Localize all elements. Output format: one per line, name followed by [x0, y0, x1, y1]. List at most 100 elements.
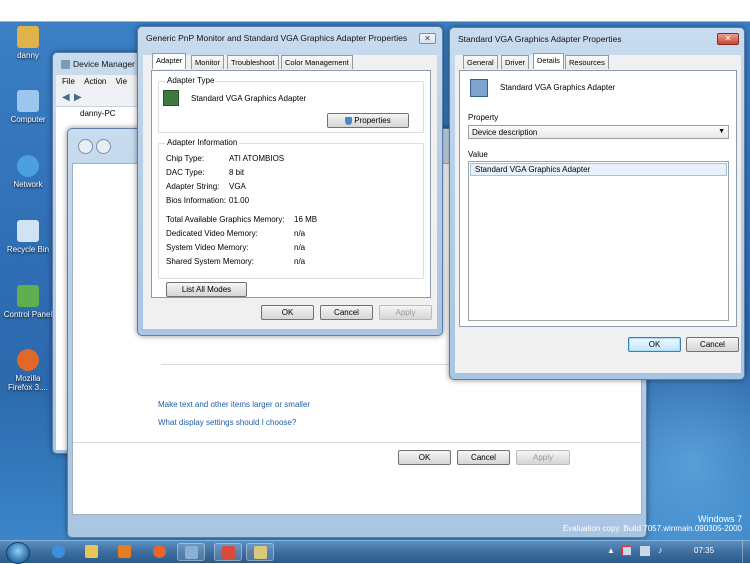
tab-adapter[interactable]: Adapter: [152, 53, 187, 69]
adapter-type-group: Adapter Type Standard VGA Graphics Adapt…: [158, 76, 424, 133]
close-icon[interactable]: ✕: [419, 33, 436, 44]
property-label: Property: [468, 113, 499, 122]
tab-monitor[interactable]: Monitor: [191, 55, 225, 69]
value-list[interactable]: Standard VGA Graphics Adapter: [468, 161, 729, 321]
property-dropdown[interactable]: Device description ▼: [468, 125, 729, 139]
control-panel-icon: [254, 546, 267, 559]
desktop-icon-firefox[interactable]: Mozilla Firefox 3....: [0, 349, 56, 392]
media-player-icon: [118, 545, 131, 558]
dialog-title-text: Generic PnP Monitor and Standard VGA Gra…: [146, 33, 408, 43]
adapter-tab-panel: Adapter Type Standard VGA Graphics Adapt…: [151, 70, 431, 298]
info-value: 8 bit: [229, 168, 245, 177]
control-panel-icon: [17, 285, 39, 307]
user-folder-icon: [17, 26, 39, 48]
vga-properties-dialog[interactable]: Standard VGA Graphics Adapter Properties…: [449, 27, 745, 380]
tab-resources[interactable]: Resources: [565, 55, 609, 69]
ok-button[interactable]: OK: [261, 305, 314, 320]
taskbar-media-player[interactable]: [111, 543, 139, 561]
value-label: Value: [468, 150, 488, 159]
tab-strip: Adapter Monitor Troubleshoot Color Manag…: [147, 53, 437, 71]
clock[interactable]: 07:35: [694, 546, 714, 555]
window-title-text: Device Manager: [73, 59, 135, 69]
link-text-size[interactable]: Make text and other items larger or smal…: [158, 400, 310, 409]
forward-arrow-icon[interactable]: ▶: [74, 92, 82, 103]
desktop-icon-label: Firefox 3....: [7, 383, 48, 392]
show-desktop-button[interactable]: [742, 541, 750, 563]
watermark-build: Evaluation copy. Build 7057.winmain.0903…: [562, 524, 742, 533]
apply-button[interactable]: Apply: [516, 450, 570, 465]
graphics-card-icon: [163, 90, 179, 106]
forward-button-icon[interactable]: [96, 139, 111, 154]
taskbar-firefox[interactable]: [146, 543, 174, 561]
tab-general[interactable]: General: [463, 55, 498, 69]
dialog-body: General Driver Details Resources Standar…: [455, 53, 741, 373]
ok-button[interactable]: OK: [398, 450, 451, 465]
link-display-settings-help[interactable]: What display settings should I choose?: [158, 418, 296, 427]
adapter-name: Standard VGA Graphics Adapter: [191, 94, 307, 103]
tab-details[interactable]: Details: [533, 53, 564, 69]
tab-troubleshoot[interactable]: Troubleshoot: [227, 55, 279, 69]
memory-value: n/a: [294, 243, 306, 252]
close-icon[interactable]: ✕: [717, 33, 739, 45]
info-key: Bios Information:: [166, 196, 227, 205]
back-arrow-icon[interactable]: ◀: [62, 92, 70, 103]
show-hidden-icons-icon[interactable]: ▲: [607, 546, 615, 555]
tab-strip: General Driver Details Resources: [459, 53, 739, 71]
menu-action[interactable]: Action: [84, 77, 106, 86]
taskbar-device-manager[interactable]: [177, 543, 205, 561]
desktop-icon-label: Computer: [10, 115, 46, 124]
monitor-icon: [470, 79, 488, 97]
adapter-info-group: Adapter Information Chip Type: ATI ATOMB…: [158, 138, 424, 279]
tab-color-management[interactable]: Color Management: [281, 55, 353, 69]
dialog-title: Generic PnP Monitor and Standard VGA Gra…: [138, 27, 442, 49]
taskbar-explorer[interactable]: [78, 543, 106, 561]
ok-button[interactable]: OK: [628, 337, 681, 352]
cancel-button[interactable]: Cancel: [457, 450, 510, 465]
adapter-properties-dialog[interactable]: Generic PnP Monitor and Standard VGA Gra…: [137, 26, 443, 336]
menu-view[interactable]: Vie: [116, 77, 127, 86]
network-icon[interactable]: [640, 546, 650, 556]
memory-key: Shared System Memory:: [166, 257, 255, 266]
properties-button[interactable]: Properties: [327, 113, 409, 128]
property-selected-value: Device description: [472, 128, 538, 137]
folder-icon: [85, 545, 98, 558]
top-band: [0, 0, 750, 22]
back-button-icon[interactable]: [78, 139, 93, 154]
info-key: Chip Type:: [166, 154, 205, 163]
device-manager-icon: [61, 60, 70, 70]
desktop-icon-control-panel[interactable]: Control Panel: [0, 285, 56, 319]
separator: [73, 442, 641, 443]
desktop-icon-recycle-bin[interactable]: Recycle Bin: [0, 220, 56, 254]
taskbar-control-panel[interactable]: [246, 543, 274, 561]
info-value: ATI ATOMBIOS: [229, 154, 285, 163]
desktop-icon-network[interactable]: Network: [0, 155, 56, 189]
tab-driver[interactable]: Driver: [501, 55, 529, 69]
taskbar-ie[interactable]: [45, 543, 73, 561]
taskbar-display-settings[interactable]: [214, 543, 242, 561]
device-name: Standard VGA Graphics Adapter: [500, 83, 616, 92]
list-item[interactable]: Standard VGA Graphics Adapter: [470, 163, 727, 176]
volume-icon[interactable]: ♪: [658, 545, 663, 555]
list-all-modes-button[interactable]: List All Modes: [166, 282, 247, 297]
menu-file[interactable]: File: [62, 77, 75, 86]
desktop-icon-label: Mozilla: [15, 374, 41, 383]
start-button[interactable]: [6, 542, 30, 564]
desktop-icon-computer[interactable]: Computer: [0, 90, 56, 124]
memory-key: Dedicated Video Memory:: [166, 229, 258, 238]
tree-item-computer[interactable]: danny-PC: [80, 109, 116, 118]
chevron-down-icon: ▼: [718, 128, 725, 135]
cancel-button[interactable]: Cancel: [686, 337, 739, 352]
memory-value: n/a: [294, 229, 306, 238]
properties-label: Properties: [354, 116, 391, 125]
apply-button[interactable]: Apply: [379, 305, 432, 320]
desktop-icon-label: Recycle Bin: [6, 245, 50, 254]
firefox-icon: [17, 349, 39, 371]
dialog-title-text: Standard VGA Graphics Adapter Properties: [458, 34, 622, 44]
action-center-icon[interactable]: [622, 546, 632, 556]
desktop-icon-danny[interactable]: danny: [0, 26, 56, 60]
network-icon: [17, 155, 39, 177]
dialog-title: Standard VGA Graphics Adapter Properties: [450, 28, 744, 50]
cancel-button[interactable]: Cancel: [320, 305, 373, 320]
group-label: Adapter Type: [165, 76, 217, 85]
desktop: danny Computer Network Recycle Bin Contr…: [0, 22, 750, 540]
